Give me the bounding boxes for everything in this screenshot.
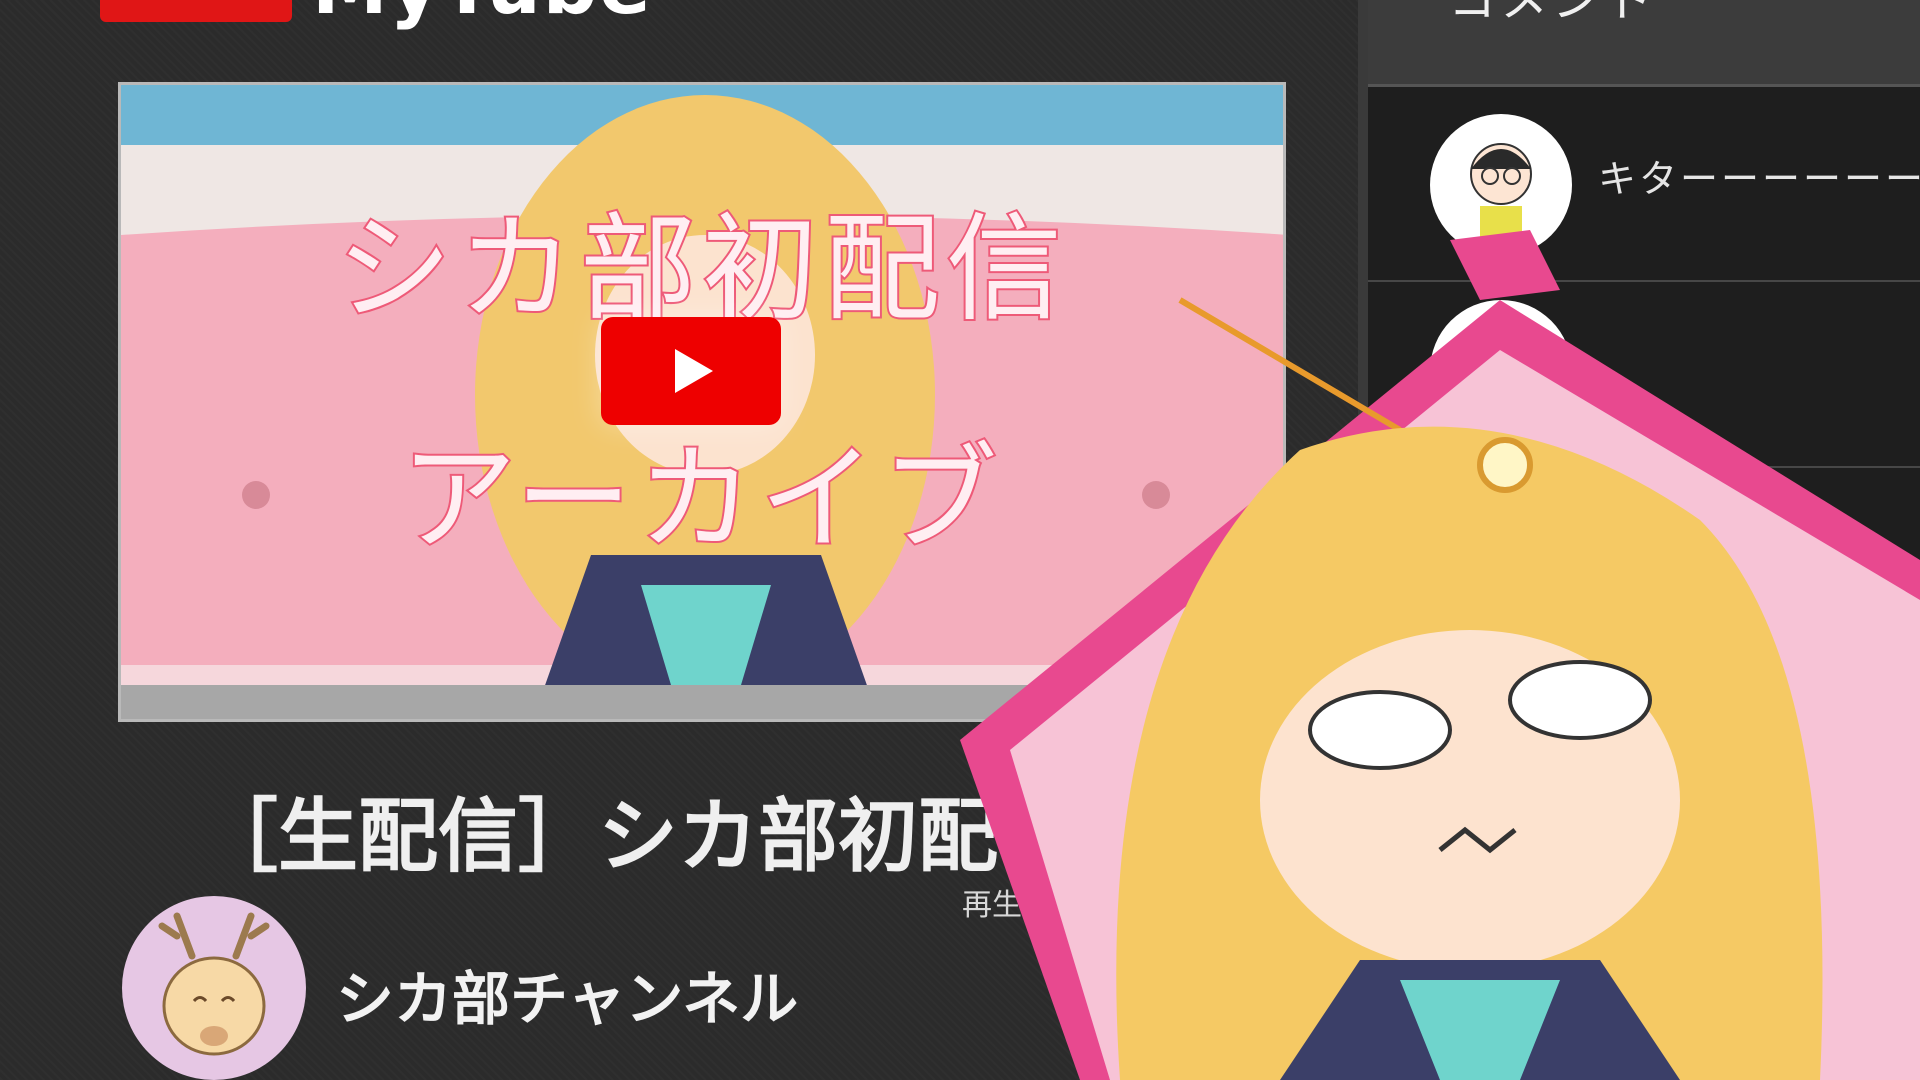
comment-header-title: コメント bbox=[1448, 0, 1657, 28]
video-player[interactable]: シカ部初配信 アーカイブ bbox=[118, 82, 1286, 722]
logo-icon[interactable] bbox=[100, 0, 292, 22]
channel-avatar[interactable] bbox=[122, 896, 306, 1080]
comment-item[interactable]: キターーーーーー bbox=[1368, 94, 1920, 282]
girl-avatar-icon bbox=[1470, 143, 1532, 246]
channel-name[interactable]: シカ部チャンネル bbox=[336, 952, 798, 1036]
site-logo[interactable]: MyTube bbox=[312, 0, 653, 31]
deer-icon bbox=[158, 912, 270, 1056]
comment-text: キターーーーーー bbox=[1598, 157, 1920, 201]
play-button[interactable] bbox=[601, 317, 781, 425]
comment-item[interactable] bbox=[1368, 280, 1920, 468]
play-icon bbox=[675, 349, 713, 393]
main-panel: MyTube シカ部初配信 アーカイブ ［生配信］シカ部初配信 再生数 bbox=[0, 0, 1358, 1080]
view-count: 再生数 bbox=[962, 888, 1052, 923]
commenter-avatar[interactable] bbox=[1430, 114, 1572, 256]
thumbnail-title-line2: アーカイブ bbox=[398, 430, 1004, 569]
comment-header: コメント bbox=[1368, 0, 1920, 87]
video-title: ［生配信］シカ部初配信 bbox=[198, 790, 1078, 883]
comment-panel: コメント キターーーーーー bbox=[1358, 0, 1920, 1080]
commenter-avatar[interactable] bbox=[1430, 300, 1572, 442]
